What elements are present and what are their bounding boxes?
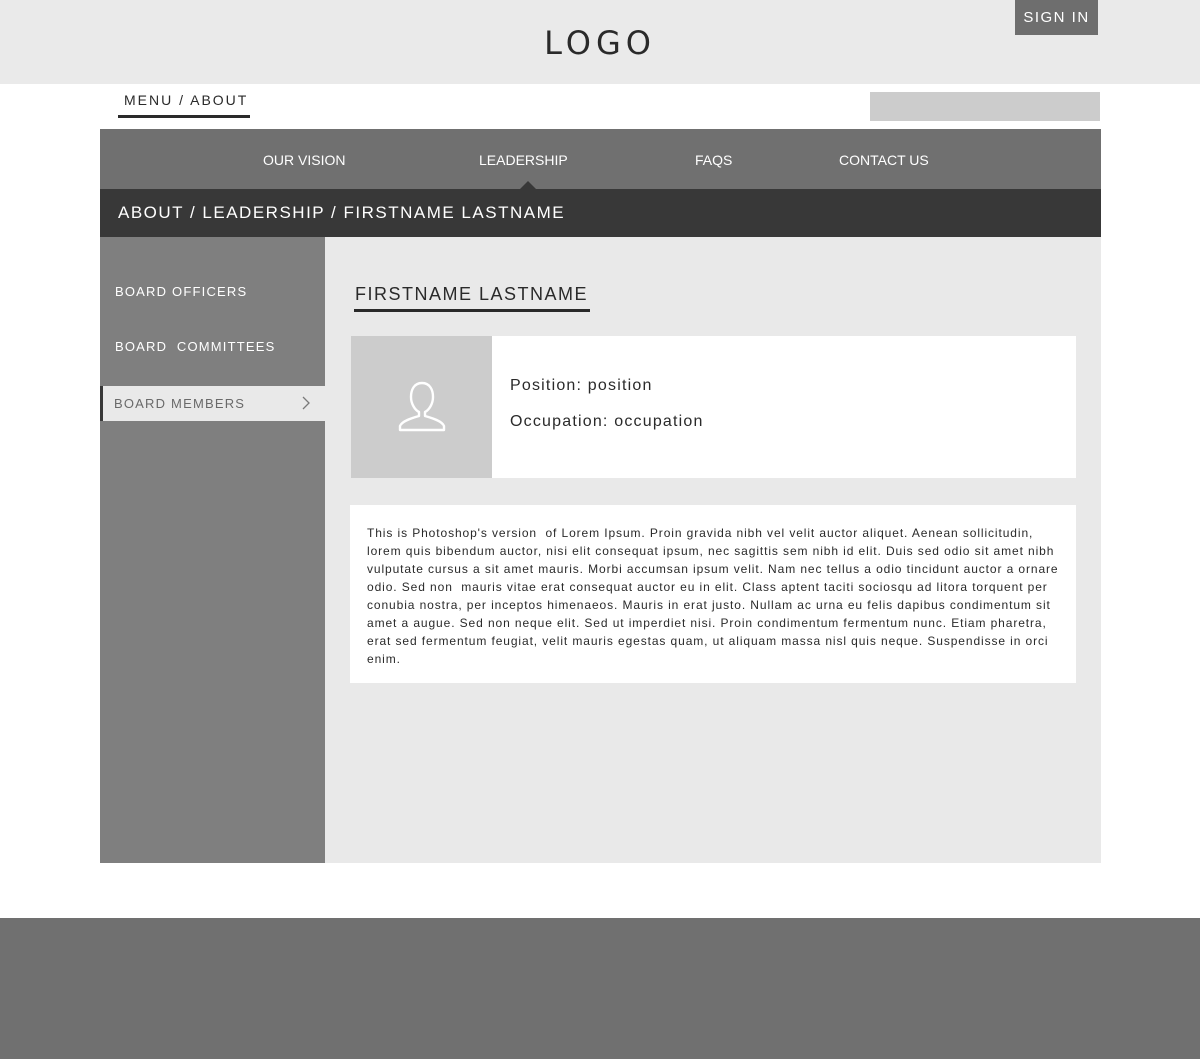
search-input[interactable] (870, 92, 1100, 121)
nav-item-contact-us[interactable]: CONTACT US (839, 152, 929, 168)
nav-item-leadership[interactable]: LEADERSHIP (479, 152, 568, 168)
sidebar-item-board-committees[interactable]: BOARD COMMITTEES (115, 339, 276, 354)
sidebar-item-board-officers[interactable]: BOARD OFFICERS (115, 284, 247, 299)
sidebar-item-label: BOARD MEMBERS (114, 396, 246, 411)
chevron-right-icon (299, 395, 313, 411)
page-title: FIRSTNAME LASTNAME (354, 284, 591, 312)
breadcrumb-text: ABOUT / LEADERSHIP / FIRSTNAME LASTNAME (118, 203, 566, 222)
top-breadcrumb[interactable]: MENU / ABOUT (118, 92, 250, 118)
breadcrumb: ABOUT / LEADERSHIP / FIRSTNAME LASTNAME (100, 189, 1101, 237)
top-header: LOGO SIGN IN (0, 0, 1200, 84)
sidebar: BOARD OFFICERS BOARD COMMITTEES BOARD ME… (100, 237, 325, 863)
sign-in-button[interactable]: SIGN IN (1015, 0, 1098, 35)
sidebar-item-board-members[interactable]: BOARD MEMBERS (100, 386, 325, 421)
nav-item-faqs[interactable]: FAQS (695, 152, 732, 168)
user-icon (398, 381, 446, 432)
main-nav: OUR VISION LEADERSHIP FAQS CONTACT US (100, 129, 1101, 189)
occupation-text: Occupation: occupation (510, 413, 704, 430)
page: LOGO SIGN IN MENU / ABOUT OUR VISION LEA… (0, 0, 1200, 1059)
main-content: FIRSTNAME LASTNAME Position: position Oc… (325, 237, 1101, 863)
bio-text: This is Photoshop's version of Lorem Ips… (367, 526, 1063, 666)
footer (0, 918, 1200, 1059)
avatar (351, 336, 492, 478)
active-nav-indicator (520, 181, 536, 189)
nav-item-our-vision[interactable]: OUR VISION (263, 152, 345, 168)
position-text: Position: position (510, 377, 653, 394)
bio-card: This is Photoshop's version of Lorem Ips… (350, 505, 1076, 683)
profile-card: Position: position Occupation: occupatio… (351, 336, 1076, 478)
